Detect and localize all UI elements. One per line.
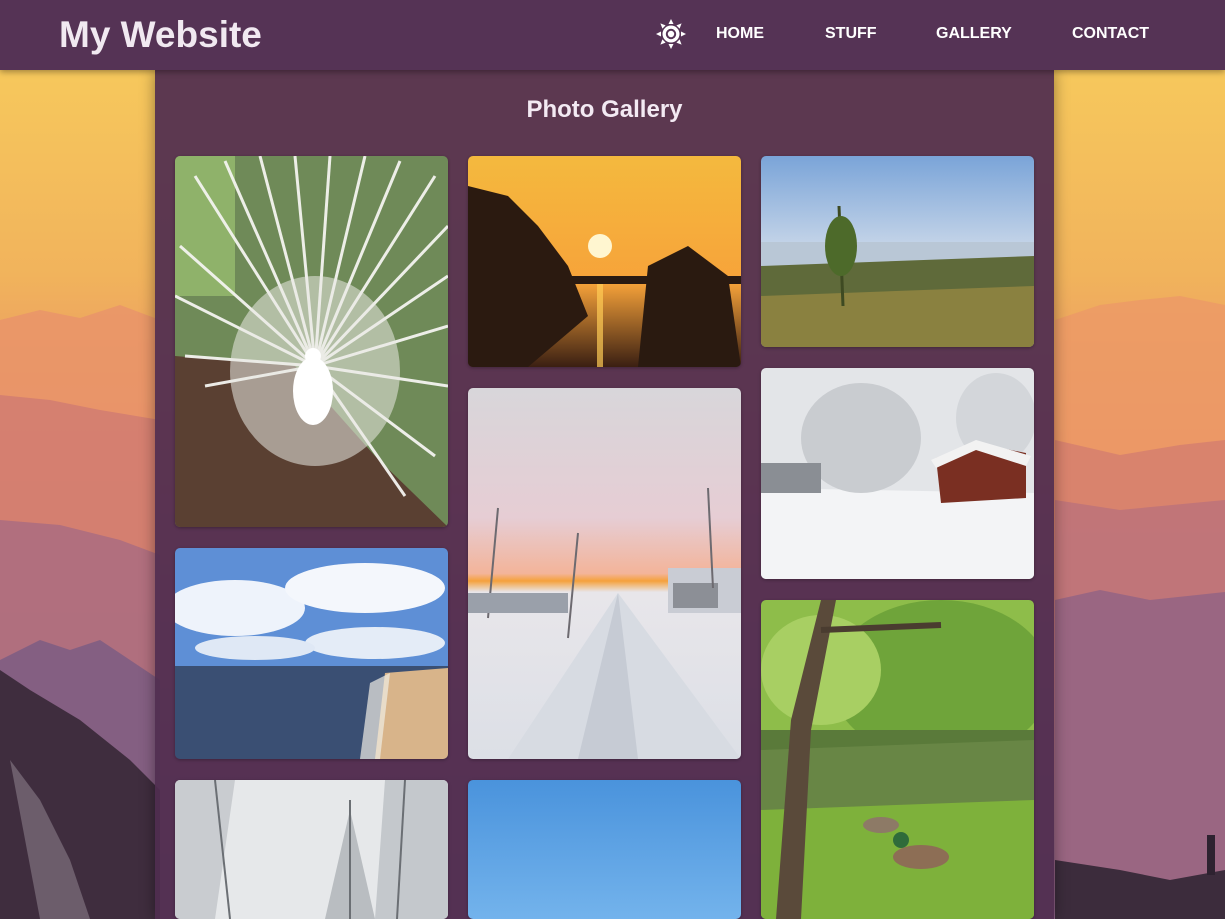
gallery-photo-beach[interactable] xyxy=(175,548,448,759)
site-title[interactable]: My Website xyxy=(59,14,262,56)
page-title: Photo Gallery xyxy=(526,96,683,123)
nav-stuff[interactable]: STUFF xyxy=(825,25,877,43)
gallery-photo-peacock[interactable] xyxy=(175,156,448,527)
gallery-photo-pond-ducks[interactable] xyxy=(761,600,1034,919)
gallery-photo-snow-forest[interactable] xyxy=(175,780,448,919)
gallery-photo-blue-sky[interactable] xyxy=(468,780,741,919)
gallery-photo-red-barn[interactable] xyxy=(761,368,1034,579)
gallery-panel: Photo Gallery xyxy=(155,70,1054,919)
gallery-photo-seaside-meadow[interactable] xyxy=(761,156,1034,347)
gallery-photo-snow-road[interactable] xyxy=(468,388,741,759)
sun-icon[interactable] xyxy=(655,18,687,50)
site-header: My Website HOME STUFF GALLERY CONTACT xyxy=(0,0,1225,70)
gallery-photo-sunset-water[interactable] xyxy=(468,156,741,367)
nav-contact[interactable]: CONTACT xyxy=(1072,25,1149,43)
nav-home[interactable]: HOME xyxy=(716,25,764,43)
nav-gallery[interactable]: GALLERY xyxy=(936,25,1012,43)
